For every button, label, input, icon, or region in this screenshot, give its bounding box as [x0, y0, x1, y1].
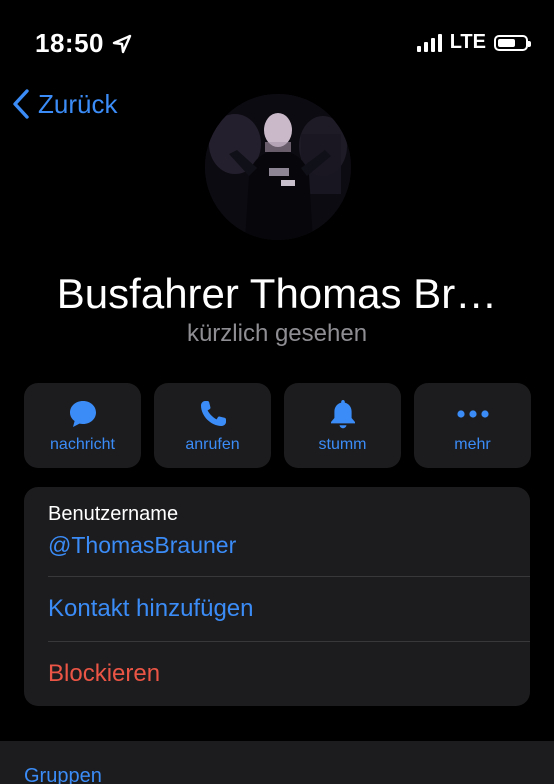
- bell-icon: [330, 399, 355, 428]
- info-card: Benutzername @ThomasBrauner Kontakt hinz…: [24, 487, 530, 706]
- username-label: Benutzername: [48, 503, 179, 525]
- contact-name: Busfahrer Thomas Br…: [56, 270, 498, 317]
- status-time-text: 18:50: [35, 28, 104, 58]
- call-label: anrufen: [185, 435, 240, 453]
- network-type: LTE: [449, 31, 486, 53]
- back-button[interactable]: Zurück: [12, 88, 117, 120]
- avatar-photo: [205, 94, 351, 240]
- tab-groups[interactable]: Gruppen: [24, 765, 102, 784]
- call-button[interactable]: anrufen: [154, 383, 271, 468]
- chat-bubble-icon: [69, 400, 96, 427]
- mute-label: stumm: [318, 435, 367, 453]
- more-button[interactable]: mehr: [414, 383, 531, 468]
- phone-icon: [200, 400, 226, 426]
- shared-media-section: Gruppen: [0, 741, 554, 784]
- block-button[interactable]: Blockieren: [24, 642, 530, 706]
- add-contact-button[interactable]: Kontakt hinzufügen: [24, 577, 530, 641]
- action-bar: nachricht anrufen stumm mehr: [24, 383, 531, 468]
- last-seen-status: kürzlich gesehen: [186, 320, 368, 347]
- profile-screen: 18:50 LTE Zurück Busfahrer Thomas Br… kü…: [0, 0, 554, 784]
- username-row[interactable]: Benutzername @ThomasBrauner: [24, 487, 530, 576]
- location-arrow-icon: [112, 34, 132, 53]
- username-value[interactable]: @ThomasBrauner: [48, 532, 530, 559]
- more-label: mehr: [454, 435, 491, 453]
- back-label: Zurück: [38, 88, 118, 119]
- more-dots-icon: [456, 409, 489, 418]
- cellular-signal-icon: [416, 33, 442, 52]
- message-button[interactable]: nachricht: [24, 383, 141, 468]
- mute-button[interactable]: stumm: [284, 383, 401, 468]
- message-label: nachricht: [50, 435, 115, 453]
- chevron-left-icon: [13, 89, 29, 119]
- battery-icon: [494, 34, 531, 51]
- status-time: 18:50: [35, 28, 132, 59]
- status-indicators: LTE: [416, 31, 531, 54]
- avatar[interactable]: [205, 94, 351, 240]
